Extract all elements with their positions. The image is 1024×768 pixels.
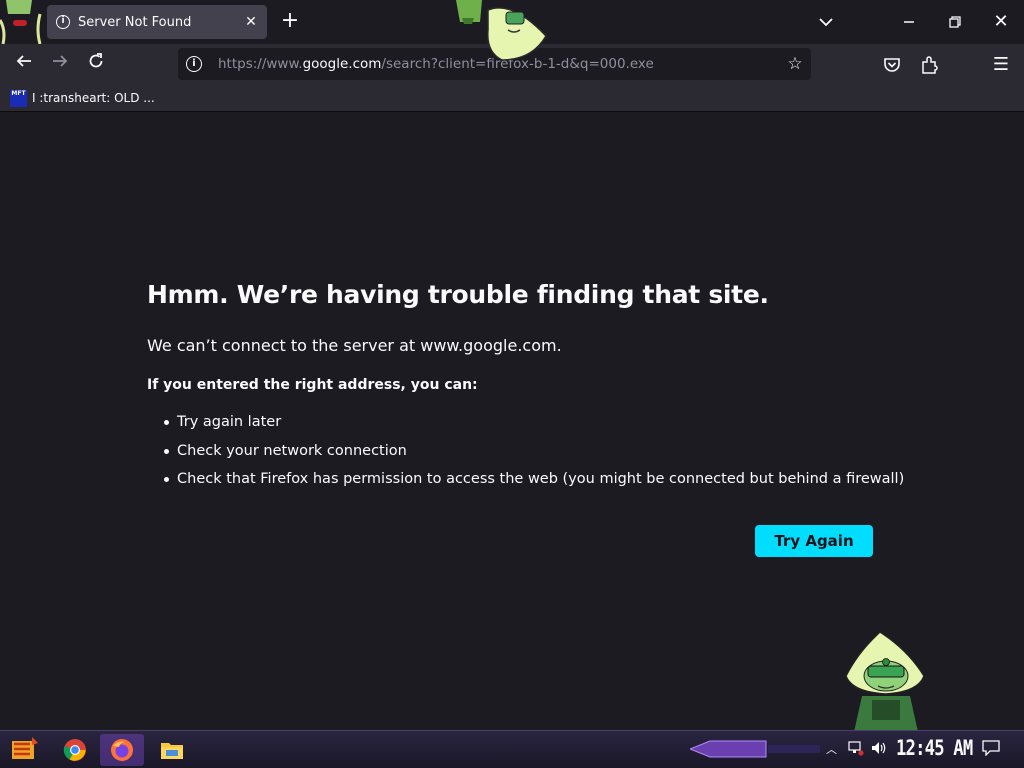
- pocket-icon[interactable]: [881, 54, 903, 76]
- network-icon[interactable]: [848, 740, 864, 756]
- url-prefix: https://www.: [218, 56, 303, 72]
- list-all-tabs-chevron-icon[interactable]: [816, 12, 836, 32]
- url-text[interactable]: https://www.google.com/search?client=fir…: [218, 56, 654, 72]
- volume-icon[interactable]: [870, 740, 888, 756]
- error-description: We can’t connect to the server at www.go…: [147, 336, 562, 355]
- error-title: Hmm. We’re having trouble finding that s…: [147, 280, 769, 309]
- suggestion-item: Check your network connection: [163, 441, 904, 470]
- bookmark-favicon: MFT: [10, 89, 27, 107]
- minimize-button[interactable]: [886, 0, 932, 44]
- peridot-character-icon: [452, 0, 552, 62]
- hamburger-menu-icon[interactable]: ☰: [990, 54, 1012, 76]
- extensions-puzzle-icon[interactable]: [918, 54, 940, 76]
- tab-title: Server Not Found: [78, 14, 192, 30]
- bookmark-item[interactable]: MFT I :transheart: OLD ...: [10, 88, 155, 108]
- peridot-character-icon: [838, 630, 934, 732]
- restore-button[interactable]: [932, 0, 978, 44]
- suggestion-item: Try again later: [163, 412, 904, 441]
- tab-server-not-found[interactable]: i Server Not Found ✕: [47, 5, 267, 39]
- suggestion-list: Try again later Check your network conne…: [163, 412, 904, 498]
- reload-icon[interactable]: [84, 52, 108, 76]
- decorative-character-icon: [0, 0, 42, 44]
- close-window-button[interactable]: ✕: [978, 0, 1024, 44]
- taskbar: ︿ 12:45 AM: [0, 730, 1024, 768]
- show-hidden-icons-chevron-icon[interactable]: ︿: [826, 741, 837, 757]
- taskbar-decoration-icon: [688, 739, 820, 759]
- screen: i Server Not Found ✕ + ✕ i https://www.g…: [0, 0, 1024, 768]
- notifications-icon[interactable]: [982, 740, 1000, 757]
- start-button-icon[interactable]: [8, 735, 40, 765]
- error-subheading: If you entered the right address, you ca…: [147, 377, 478, 393]
- try-again-button[interactable]: Try Again: [755, 525, 873, 557]
- new-tab-button[interactable]: +: [279, 10, 301, 33]
- chrome-icon[interactable]: [53, 734, 97, 766]
- bookmarks-toolbar: MFT I :transheart: OLD ...: [0, 84, 1024, 112]
- bookmark-label: I :transheart: OLD ...: [32, 91, 155, 105]
- close-tab-icon[interactable]: ✕: [241, 12, 261, 32]
- page-content: Hmm. We’re having trouble finding that s…: [0, 112, 1024, 732]
- file-explorer-icon[interactable]: [150, 734, 194, 766]
- suggestion-item: Check that Firefox has permission to acc…: [163, 469, 904, 498]
- back-arrow-icon[interactable]: [12, 52, 36, 76]
- site-info-icon[interactable]: i: [186, 56, 202, 72]
- firefox-icon[interactable]: [100, 734, 144, 766]
- taskbar-clock[interactable]: 12:45 AM: [896, 736, 973, 760]
- tab-strip: i Server Not Found ✕ + ✕: [0, 0, 1024, 61]
- forward-arrow-icon[interactable]: [48, 52, 72, 76]
- url-host: google.com: [302, 56, 382, 72]
- bookmark-star-icon[interactable]: ☆: [785, 54, 805, 74]
- info-icon: i: [56, 15, 70, 29]
